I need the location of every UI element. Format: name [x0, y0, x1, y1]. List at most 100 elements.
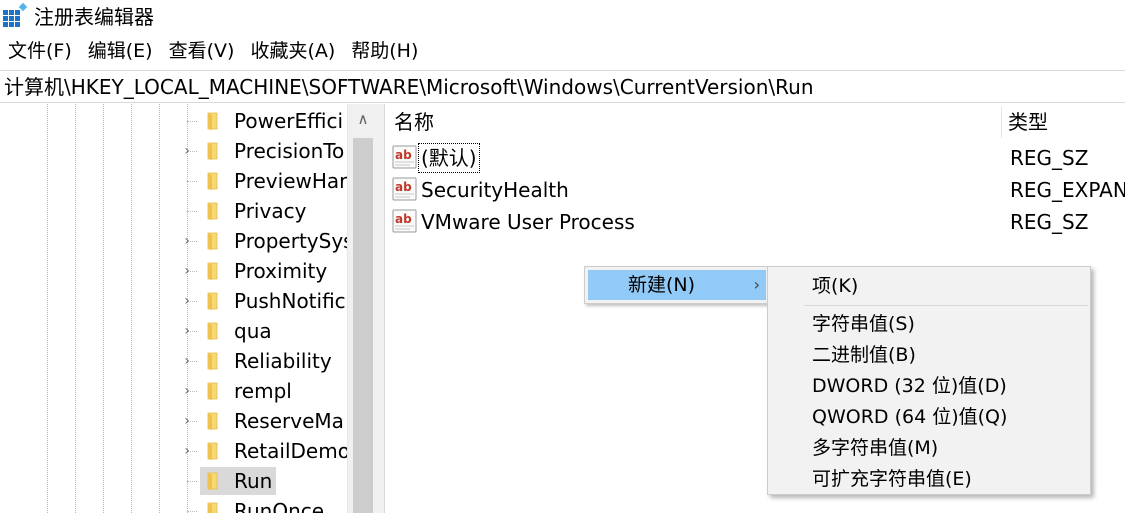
value-row[interactable]: ab (默认) REG_SZ: [385, 142, 1125, 174]
menu-edit[interactable]: 编辑(E): [80, 36, 161, 68]
tree-item-label: PrecisionTo: [234, 139, 345, 163]
expand-chevron-icon[interactable]: ›: [179, 440, 195, 462]
tree-item[interactable]: Run: [0, 466, 347, 496]
scroll-thumb[interactable]: [353, 138, 373, 513]
tree-item-label: PowerEffici: [234, 109, 343, 133]
tree-item[interactable]: PreviewHar: [0, 166, 347, 196]
folder-icon: [207, 412, 218, 430]
tree-item[interactable]: › PropertySys: [0, 226, 347, 256]
registry-editor-icon: [3, 3, 28, 27]
value-type: REG_EXPAN: [1010, 178, 1125, 202]
folder-icon: [207, 382, 218, 400]
expand-chevron-icon[interactable]: ›: [179, 350, 195, 372]
tree-item-label: qua: [234, 319, 272, 343]
tree-item[interactable]: › PushNotific: [0, 286, 347, 316]
tree-connector: [187, 481, 197, 482]
column-header-name[interactable]: 名称: [394, 108, 434, 136]
context-menu-new[interactable]: 新建(N) ›: [588, 270, 766, 300]
context-menu-new-label: 新建(N): [628, 274, 696, 296]
tree-item-label: Privacy: [234, 199, 307, 223]
new-submenu: 项(K) 字符串值(S) 二进制值(B) DWORD (32 位)值(D) QW…: [767, 266, 1091, 495]
folder-icon: [207, 442, 218, 460]
svg-text:ab: ab: [395, 148, 412, 162]
submenu-separator: [804, 305, 1088, 306]
tree-item-label: RetailDemo: [234, 439, 347, 463]
value-name: VMware User Process: [421, 210, 635, 234]
menu-view[interactable]: 查看(V): [161, 36, 243, 68]
tree-item-label: Reliability: [234, 349, 332, 373]
expand-chevron-icon[interactable]: ›: [179, 380, 195, 402]
expand-chevron-icon[interactable]: ›: [179, 290, 195, 312]
key-tree: PowerEffici › PrecisionTo PreviewHar Privacy…: [0, 104, 347, 513]
expand-chevron-icon[interactable]: ›: [179, 230, 195, 252]
address-bar[interactable]: 计算机\HKEY_LOCAL_MACHINE\SOFTWARE\Microsof…: [0, 70, 1125, 103]
tree-item[interactable]: › qua: [0, 316, 347, 346]
tree-item-label: rempl: [234, 379, 292, 403]
column-separator[interactable]: [1001, 106, 1002, 138]
tree-item-label: RunOnce: [234, 499, 325, 513]
pane-splitter[interactable]: [377, 104, 385, 513]
submenu-item-qword-value[interactable]: QWORD (64 位)值(Q): [812, 403, 1007, 431]
string-value-icon: ab: [392, 145, 417, 169]
folder-icon: [207, 172, 218, 190]
value-name: (默认): [418, 143, 480, 173]
folder-icon: [207, 322, 218, 340]
list-header: 名称 类型: [385, 104, 1125, 140]
value-row[interactable]: ab SecurityHealth REG_EXPAN: [385, 174, 1125, 206]
tree-item-label: PreviewHar: [234, 169, 347, 193]
tree-item[interactable]: Privacy: [0, 196, 347, 226]
tree-item[interactable]: › PrecisionTo: [0, 136, 347, 166]
tree-item[interactable]: PowerEffici: [0, 106, 347, 136]
submenu-item-string-value[interactable]: 字符串值(S): [812, 310, 915, 338]
expand-chevron-icon[interactable]: ›: [179, 260, 195, 282]
address-path[interactable]: 计算机\HKEY_LOCAL_MACHINE\SOFTWARE\Microsof…: [4, 74, 814, 100]
folder-icon: [207, 202, 218, 220]
folder-icon: [207, 352, 218, 370]
folder-icon: [207, 472, 218, 490]
string-value-icon: ab: [392, 209, 417, 233]
tree-scrollbar[interactable]: ∧: [347, 104, 377, 513]
folder-icon: [207, 112, 218, 130]
menu-file[interactable]: 文件(F): [0, 36, 80, 68]
value-type: REG_SZ: [1010, 210, 1089, 234]
tree-item[interactable]: › Reliability: [0, 346, 347, 376]
folder-icon: [207, 292, 218, 310]
menu-bar: 文件(F) 编辑(E) 查看(V) 收藏夹(A) 帮助(H): [0, 36, 426, 68]
value-row[interactable]: ab VMware User Process REG_SZ: [385, 206, 1125, 238]
tree-item[interactable]: › rempl: [0, 376, 347, 406]
submenu-item-dword-value[interactable]: DWORD (32 位)值(D): [812, 372, 1007, 400]
tree-connector: [187, 211, 197, 212]
tree-connector: [187, 121, 197, 122]
scroll-up-arrow-icon[interactable]: ∧: [348, 104, 378, 134]
tree-item[interactable]: RunOnce: [0, 496, 347, 513]
window-title: 注册表编辑器: [34, 5, 154, 29]
column-header-type[interactable]: 类型: [1008, 108, 1048, 136]
svg-text:ab: ab: [395, 212, 412, 226]
string-value-icon: ab: [392, 177, 417, 201]
tree-item-label: ReserveMa: [234, 409, 344, 433]
value-name: SecurityHealth: [421, 178, 569, 202]
expand-chevron-icon[interactable]: ›: [179, 140, 195, 162]
tree-item[interactable]: › RetailDemo: [0, 436, 347, 466]
submenu-item-expandable-string-value[interactable]: 可扩充字符串值(E): [812, 465, 972, 493]
expand-chevron-icon[interactable]: ›: [179, 320, 195, 342]
submenu-item-key[interactable]: 项(K): [812, 272, 858, 300]
tree-item[interactable]: › Proximity: [0, 256, 347, 286]
submenu-item-binary-value[interactable]: 二进制值(B): [812, 341, 916, 369]
submenu-item-multi-string-value[interactable]: 多字符串值(M): [812, 434, 938, 462]
tree-connector: [187, 181, 197, 182]
svg-text:ab: ab: [395, 180, 412, 194]
context-menu: 新建(N) ›: [584, 266, 769, 304]
tree-item-label: Proximity: [234, 259, 328, 283]
tree-item-label: PropertySys: [234, 229, 347, 253]
expand-chevron-icon[interactable]: ›: [179, 410, 195, 432]
tree-item-label: Run: [234, 469, 273, 493]
key-tree-pane[interactable]: PowerEffici › PrecisionTo PreviewHar Privacy…: [0, 104, 377, 513]
menu-help[interactable]: 帮助(H): [343, 36, 426, 68]
tree-item-label: PushNotific: [234, 289, 346, 313]
menu-favorites[interactable]: 收藏夹(A): [242, 36, 343, 68]
folder-icon: [207, 262, 218, 280]
folder-icon: [207, 142, 218, 160]
folder-icon: [207, 502, 218, 513]
tree-item[interactable]: › ReserveMa: [0, 406, 347, 436]
